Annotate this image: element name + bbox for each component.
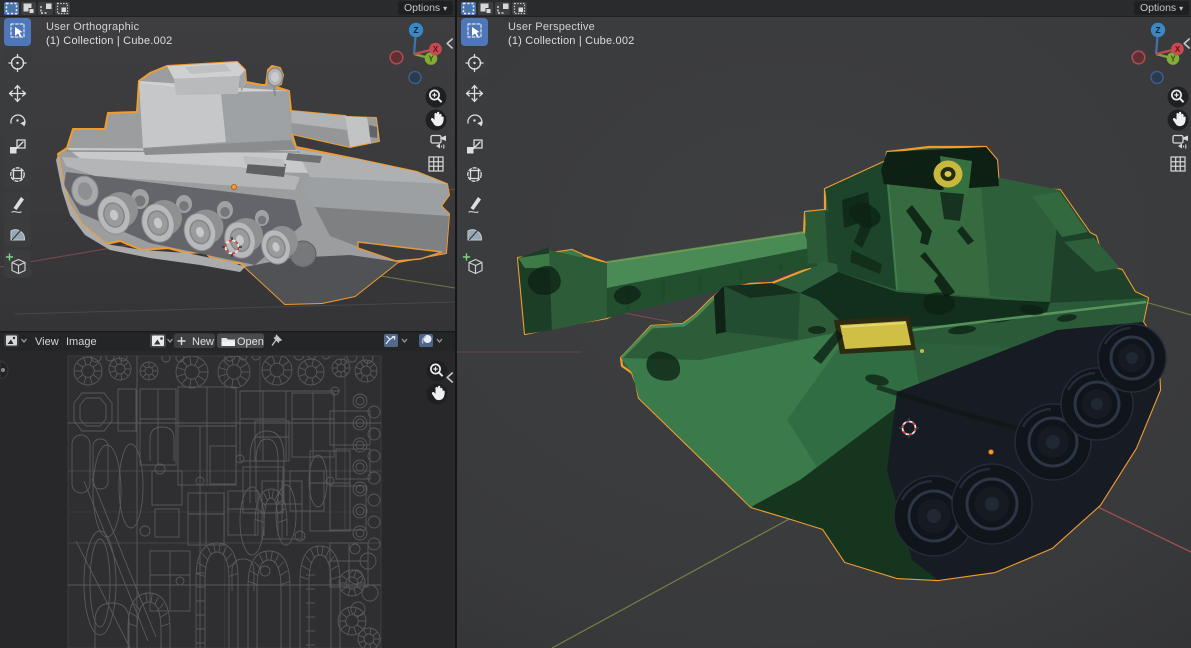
svg-text:View: View (35, 336, 59, 348)
svg-text:Open: Open (237, 336, 264, 348)
svg-text:Image: Image (66, 336, 97, 348)
svg-text:New: New (192, 336, 214, 348)
